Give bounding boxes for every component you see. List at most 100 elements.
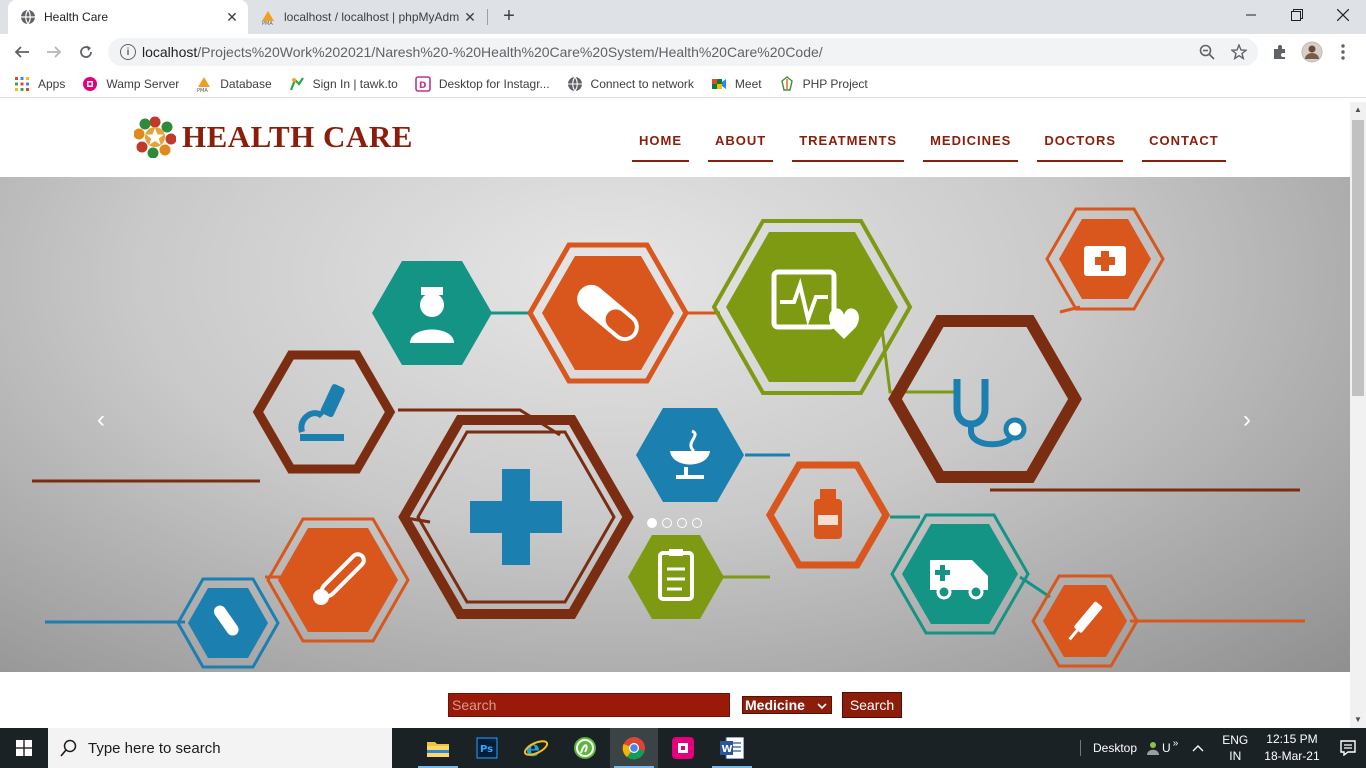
windows-logo-icon xyxy=(16,740,32,756)
close-tab-icon[interactable]: ✕ xyxy=(224,9,240,25)
svg-text:W: W xyxy=(722,744,733,755)
photoshop-icon[interactable]: Ps xyxy=(463,728,511,768)
tab-health-care[interactable]: Health Care ✕ xyxy=(8,0,248,34)
health-care-logo-icon xyxy=(134,116,176,158)
pma-icon: PMA xyxy=(260,9,276,25)
medicine-search-form: Search Medicine Search xyxy=(448,692,902,718)
bookmark-label: Meet xyxy=(734,76,762,91)
address-bar[interactable]: i localhost/Projects%20Work%202021/Nares… xyxy=(108,38,1258,66)
browser-toolbar: i localhost/Projects%20Work%202021/Nares… xyxy=(0,34,1366,70)
page-viewport: HEALTH CARE HOME ABOUT TREATMENTS MEDICI… xyxy=(0,102,1350,728)
carousel-dot-2[interactable] xyxy=(662,518,672,528)
carousel-dot-3[interactable] xyxy=(677,518,687,528)
wampserver-icon[interactable] xyxy=(659,728,707,768)
bookmark-label: Database xyxy=(220,76,272,91)
file-explorer-icon[interactable] xyxy=(414,728,462,768)
bookmark-wamp-server[interactable]: Wamp Server xyxy=(82,76,179,92)
tab-separator xyxy=(487,9,488,25)
windows-taskbar: Type here to search Ps e W Desktop U » E… xyxy=(0,728,1366,768)
bookmark-star-icon[interactable] xyxy=(1230,43,1248,61)
site-logo[interactable]: HEALTH CARE xyxy=(134,116,413,158)
medical-cross-hexagon xyxy=(398,415,634,619)
search-input[interactable]: Search xyxy=(448,693,730,717)
clipboard-hexagon xyxy=(628,535,724,619)
tab-phpmyadmin[interactable]: PMA localhost / localhost | phpMyAdm ✕ xyxy=(250,0,486,34)
nav-home[interactable]: HOME xyxy=(632,124,689,162)
carousel-prev-button[interactable]: ‹ xyxy=(86,405,116,435)
search-button[interactable]: Search xyxy=(842,692,902,718)
bookmark-label: Connect to network xyxy=(590,76,694,91)
minimize-button[interactable] xyxy=(1228,0,1274,30)
user-initial: U xyxy=(1162,741,1171,755)
ambulance-hexagon xyxy=(890,513,1030,635)
wamp-icon xyxy=(82,76,98,92)
forward-button[interactable] xyxy=(41,39,67,65)
bookmark-tawkto[interactable]: Sign In | tawk.to xyxy=(289,76,398,92)
thermometer-hexagon xyxy=(266,517,410,643)
nav-contact[interactable]: CONTACT xyxy=(1142,124,1226,162)
bookmark-apps[interactable]: Apps xyxy=(14,76,65,92)
close-tab-icon[interactable]: ✕ xyxy=(462,9,478,25)
carousel-indicators xyxy=(647,518,707,528)
chrome-taskbar-icon[interactable] xyxy=(610,728,658,768)
clock-time: 12:15 PM xyxy=(1266,732,1318,746)
dreamweaver-icon[interactable] xyxy=(561,728,609,768)
bookmark-connect-network[interactable]: Connect to network xyxy=(567,76,694,92)
pma-icon: PMA xyxy=(196,76,212,92)
desktop-toolbar-label[interactable]: Desktop xyxy=(1093,741,1137,755)
user-account-icon[interactable] xyxy=(1147,741,1160,755)
system-tray: Desktop U » ENG IN 12:15 PM 18-Mar-21 xyxy=(1080,728,1356,768)
reload-button[interactable] xyxy=(73,39,99,65)
pill-hexagon xyxy=(527,242,689,384)
bookmark-desktop-instagram[interactable]: D Desktop for Instagr... xyxy=(415,75,550,92)
category-selected: Medicine xyxy=(745,697,805,713)
tab-title: Health Care xyxy=(44,10,109,24)
search-icon xyxy=(60,739,77,757)
close-window-button[interactable] xyxy=(1320,0,1366,30)
back-button[interactable] xyxy=(9,39,35,65)
pharmacy-hexagon xyxy=(636,408,744,502)
nav-about[interactable]: ABOUT xyxy=(708,124,774,162)
clock[interactable]: 12:15 PM 18-Mar-21 xyxy=(1264,731,1319,765)
bookmark-meet[interactable]: Meet xyxy=(711,76,762,92)
internet-explorer-icon[interactable]: e xyxy=(512,728,560,768)
medicine-bottle-hexagon xyxy=(765,461,891,569)
overflow-chevron-icon[interactable]: » xyxy=(1173,738,1179,749)
taskbar-separator xyxy=(1080,740,1081,756)
nav-doctors[interactable]: DOCTORS xyxy=(1037,124,1124,162)
category-select[interactable]: Medicine xyxy=(742,696,832,714)
profile-avatar[interactable] xyxy=(1299,39,1325,65)
scroll-down-icon[interactable]: ▼ xyxy=(1350,712,1366,728)
bookmark-label: Desktop for Instagr... xyxy=(438,76,550,91)
instagram-desktop-icon: D xyxy=(415,75,431,92)
globe-icon xyxy=(567,76,583,92)
taskbar-search-box[interactable]: Type here to search xyxy=(48,728,392,768)
stethoscope-hexagon xyxy=(888,315,1082,483)
restore-button[interactable] xyxy=(1274,0,1320,30)
extensions-icon[interactable] xyxy=(1267,39,1293,65)
carousel-dot-1[interactable] xyxy=(647,518,657,528)
carousel-dot-4[interactable] xyxy=(692,518,702,528)
bookmark-database[interactable]: PMA Database xyxy=(196,76,272,92)
bookmark-php-project[interactable]: PHP Project xyxy=(779,75,868,92)
start-button[interactable] xyxy=(0,728,48,768)
svg-text:D: D xyxy=(419,81,426,91)
language-indicator[interactable]: ENG IN xyxy=(1222,732,1248,764)
scroll-up-icon[interactable]: ▲ xyxy=(1350,102,1366,118)
chrome-menu-icon[interactable] xyxy=(1330,39,1356,65)
nav-medicines[interactable]: MEDICINES xyxy=(923,124,1019,162)
scrollbar-thumb[interactable] xyxy=(1352,120,1364,396)
word-icon[interactable]: W xyxy=(708,728,756,768)
url-path: /Projects%20Work%202021/Naresh%20-%20Hea… xyxy=(197,44,823,60)
bookmarks-bar: Apps Wamp Server PMA Database Sign In | … xyxy=(0,70,1366,98)
zoom-icon[interactable] xyxy=(1198,43,1216,61)
action-center-icon[interactable] xyxy=(1339,740,1356,756)
new-tab-button[interactable]: + xyxy=(498,5,520,27)
lang-code: ENG xyxy=(1222,733,1249,747)
show-hidden-icons-icon[interactable] xyxy=(1192,744,1204,752)
site-info-icon[interactable]: i xyxy=(120,44,136,60)
nav-treatments[interactable]: TREATMENTS xyxy=(792,124,905,162)
page-scrollbar[interactable]: ▲ ▼ xyxy=(1350,102,1366,728)
test-tube-hexagon xyxy=(176,577,280,669)
carousel-next-button[interactable]: › xyxy=(1232,405,1262,435)
